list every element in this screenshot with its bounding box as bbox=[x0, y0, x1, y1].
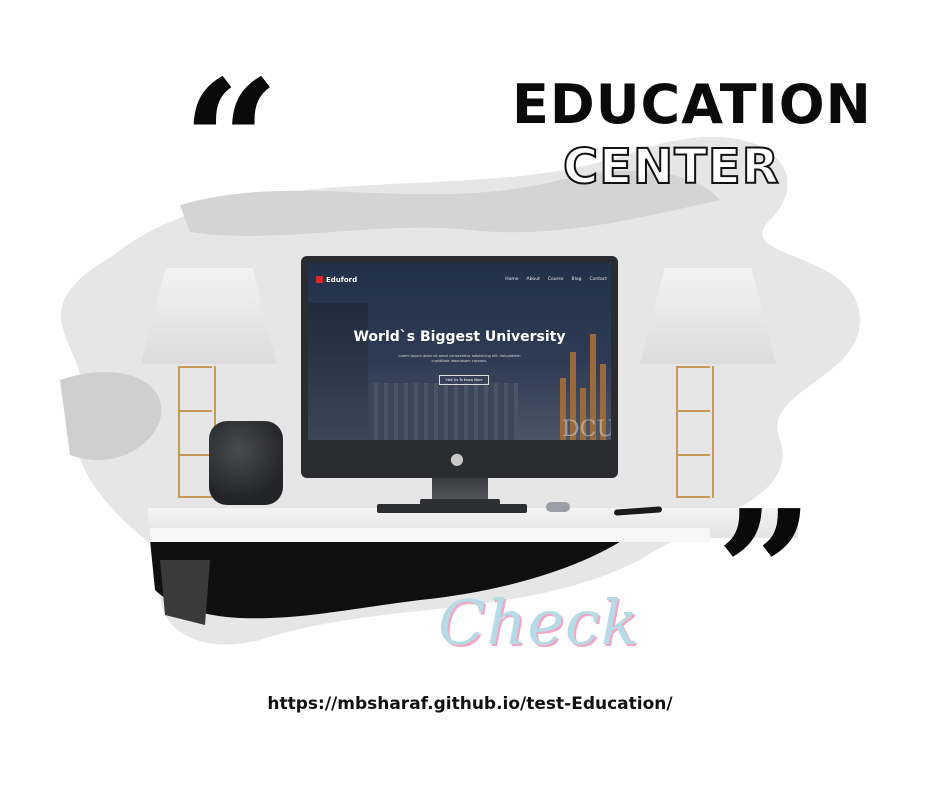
close-quote-icon: ” bbox=[716, 473, 814, 673]
open-quote-icon: “ bbox=[182, 43, 280, 243]
right-lamp-base bbox=[676, 366, 714, 498]
smart-speaker bbox=[209, 421, 283, 505]
building-left bbox=[308, 303, 368, 440]
heading-line-1: EDUCATION bbox=[512, 73, 872, 136]
heading-line-2: CENTER bbox=[562, 139, 780, 195]
building-center bbox=[368, 383, 518, 440]
check-script-text: Check bbox=[438, 586, 640, 659]
hero-subtitle: Lorem ipsum dolor sit amet consectetur a… bbox=[398, 354, 521, 363]
site-nav: Home About Course Blog Contact bbox=[505, 277, 607, 282]
nav-course[interactable]: Course bbox=[548, 277, 564, 282]
desk-edge bbox=[150, 528, 710, 542]
nav-about[interactable]: About bbox=[527, 277, 540, 282]
campus-watermark: DCU bbox=[562, 417, 611, 440]
hero-cta-button[interactable]: Visit Us To Know More bbox=[439, 375, 489, 385]
site-url[interactable]: https://mbsharaf.github.io/test-Educatio… bbox=[0, 694, 940, 714]
nav-blog[interactable]: Blog bbox=[572, 277, 582, 282]
website-preview-screen: Eduford Home About Course Blog Contact W… bbox=[308, 263, 611, 440]
mouse bbox=[546, 502, 570, 512]
nav-home[interactable]: Home bbox=[505, 277, 518, 282]
hero-title: World`s Biggest University bbox=[353, 329, 566, 345]
desktop-monitor: Eduford Home About Course Blog Contact W… bbox=[301, 256, 618, 478]
nav-contact[interactable]: Contact bbox=[589, 277, 607, 282]
site-logo[interactable]: Eduford bbox=[316, 276, 357, 284]
apple-logo-icon: ● bbox=[450, 449, 464, 468]
keyboard bbox=[377, 504, 527, 513]
